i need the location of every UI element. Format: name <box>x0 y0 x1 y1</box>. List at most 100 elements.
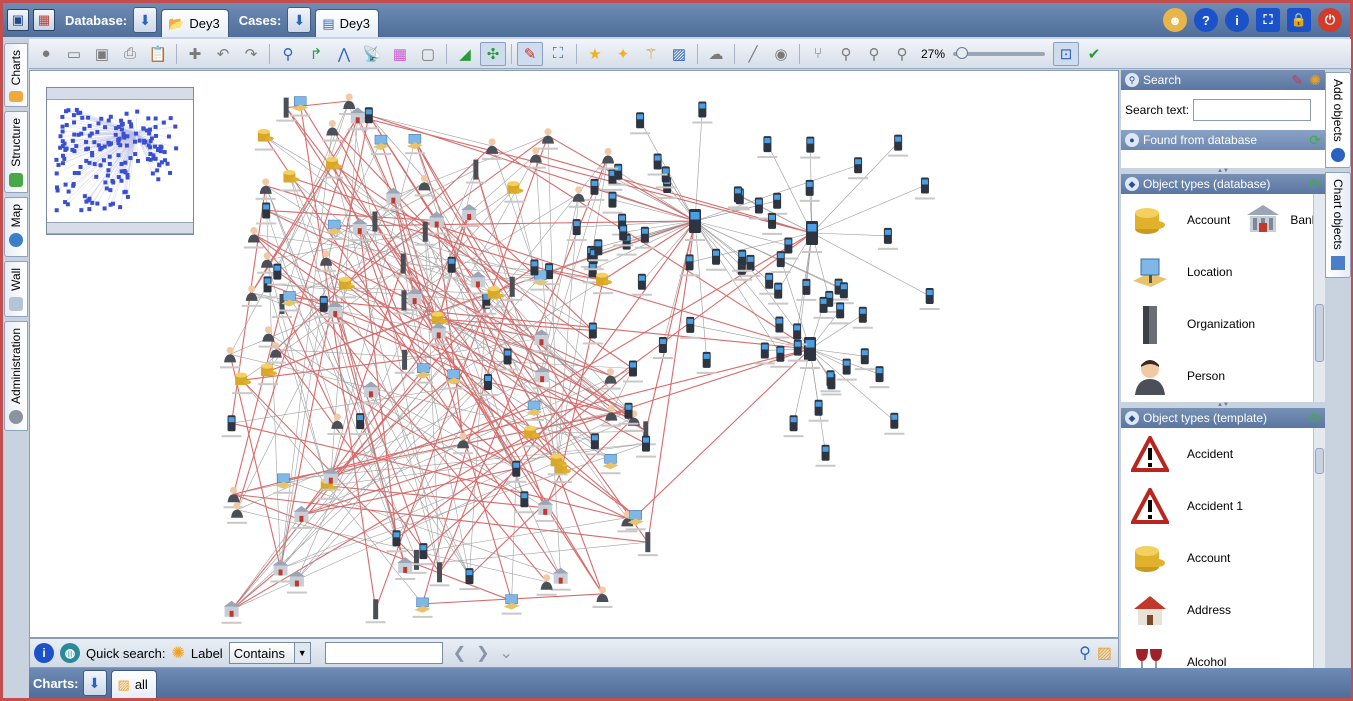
quick-search-input[interactable] <box>324 642 443 664</box>
graph-link[interactable] <box>602 220 696 281</box>
clipboard-icon[interactable]: 📋 <box>145 42 171 66</box>
bank-node[interactable] <box>347 107 368 131</box>
loc-node[interactable] <box>412 597 433 618</box>
refresh-icon[interactable]: ⟳ <box>1309 410 1321 427</box>
phone-node[interactable] <box>350 413 371 436</box>
zoom-slider-knob[interactable] <box>956 46 969 59</box>
palette-icon[interactable]: ▦ <box>387 42 413 66</box>
person-node[interactable] <box>536 574 557 596</box>
grid-view-icon[interactable]: ▦ <box>33 9 55 31</box>
phone-node[interactable] <box>836 358 857 381</box>
undo-icon[interactable]: ↶ <box>210 42 236 66</box>
cases-tab[interactable]: ▤ Dey3 <box>315 9 379 37</box>
hierarchy-icon[interactable]: ⑂ <box>805 42 831 66</box>
link-tool-icon[interactable]: ⚲ <box>275 42 301 66</box>
charts-dropdown-button[interactable]: ⬇ <box>82 670 107 696</box>
person-node[interactable] <box>220 346 241 369</box>
chart-export-icon[interactable]: ▨ <box>1097 643 1112 663</box>
graph-link[interactable] <box>462 232 813 441</box>
coins-node[interactable] <box>280 169 301 192</box>
previous-icon[interactable]: ❮ <box>453 643 466 663</box>
phone-node[interactable] <box>852 306 873 329</box>
phone-node[interactable] <box>706 248 727 271</box>
sparkle-icon[interactable]: ✦ <box>610 42 636 66</box>
refresh-icon[interactable]: ⟳ <box>1309 176 1321 193</box>
settings-dial-icon[interactable]: ◉ <box>768 42 794 66</box>
chart-tab-all[interactable]: ▨ all <box>110 670 157 698</box>
zoom-in-icon[interactable]: ⚲ <box>833 42 859 66</box>
search-panel-header[interactable]: ⚲ Search ✺ ✎ <box>1121 70 1325 90</box>
graph-link[interactable] <box>811 185 926 234</box>
phone-node[interactable] <box>888 134 909 157</box>
list-item[interactable]: Address <box>1121 584 1325 636</box>
settings-icon[interactable]: ✺ <box>1309 72 1321 89</box>
person-node[interactable] <box>255 178 276 200</box>
graph-link[interactable] <box>809 348 865 357</box>
search-text-input[interactable] <box>1193 99 1312 121</box>
person-node[interactable] <box>537 128 558 150</box>
add-icon[interactable]: ✚ <box>182 42 208 66</box>
globe-icon[interactable]: ◍ <box>60 643 80 663</box>
star-icon[interactable]: ★ <box>582 42 608 66</box>
signal-icon[interactable]: 📡 <box>359 42 385 66</box>
phone-node[interactable] <box>884 412 905 435</box>
zoom-icon[interactable]: ⚲ <box>889 42 915 66</box>
ruler-icon[interactable]: ╱ <box>740 42 766 66</box>
types-db-scrollbar[interactable] <box>1313 194 1325 402</box>
graph-link[interactable] <box>468 154 536 214</box>
graph-link[interactable] <box>809 314 863 350</box>
tab-add-objects[interactable]: Add objects <box>1325 72 1351 168</box>
person-node[interactable] <box>227 502 248 524</box>
circle-tool-icon[interactable]: ● <box>33 42 59 66</box>
list-item[interactable]: Alcohol <box>1121 636 1325 668</box>
phone-node[interactable] <box>919 287 940 310</box>
help-icon[interactable]: ? <box>1194 8 1218 32</box>
app-menu-icon[interactable]: ▣ <box>7 9 29 31</box>
bank-node[interactable] <box>550 567 571 591</box>
redo-icon[interactable]: ↷ <box>238 42 264 66</box>
graph-link[interactable] <box>811 232 930 297</box>
bank-node[interactable] <box>395 556 416 580</box>
person-node[interactable] <box>241 285 262 307</box>
overview-minimap[interactable] <box>46 87 194 235</box>
expand-down-icon[interactable]: ⌄ <box>500 643 513 663</box>
person-node[interactable] <box>327 413 348 435</box>
loc-node[interactable] <box>600 453 621 475</box>
window-tool-icon[interactable]: ▭ <box>61 42 87 66</box>
types-tpl-header[interactable]: ◆ Object types (template) ⟳ <box>1121 408 1325 428</box>
delete-tool-icon[interactable]: ▣ <box>89 42 115 66</box>
fullscreen-icon[interactable]: ⛶ <box>1256 8 1280 32</box>
list-item[interactable]: Accident 1 <box>1121 480 1325 532</box>
phone-node[interactable] <box>630 112 651 135</box>
phone-node[interactable] <box>877 227 898 250</box>
tower-node[interactable] <box>429 562 450 587</box>
info-icon[interactable]: i <box>34 643 54 663</box>
bank-node[interactable] <box>535 498 556 522</box>
list-item[interactable]: Organization <box>1121 298 1325 350</box>
fit-icon[interactable]: ⛶ <box>545 42 571 66</box>
list-item[interactable]: Person <box>1121 350 1325 402</box>
phone-node[interactable] <box>636 435 657 458</box>
bank-node[interactable] <box>349 218 370 242</box>
coins-node[interactable] <box>504 181 525 203</box>
graph-link[interactable] <box>290 177 470 577</box>
graph-link[interactable] <box>229 354 282 569</box>
graph-link[interactable] <box>811 142 899 234</box>
tower-node[interactable] <box>365 599 386 624</box>
eraser-icon[interactable]: ✎ <box>1291 72 1303 89</box>
scrollbar-thumb[interactable] <box>1315 448 1324 474</box>
bank-node[interactable] <box>291 505 312 529</box>
image-icon[interactable]: ▨ <box>666 42 692 66</box>
refresh-icon[interactable]: ⟳ <box>1309 132 1321 149</box>
next-icon[interactable]: ❯ <box>476 643 489 663</box>
phone-node[interactable] <box>769 316 790 339</box>
list-item[interactable]: Account Bank <box>1121 194 1325 246</box>
zoom-fit-icon[interactable]: ⊡ <box>1053 41 1080 66</box>
phone-node[interactable] <box>854 348 875 371</box>
coins-node[interactable] <box>257 363 278 386</box>
quick-search-mode-select[interactable]: Contains ▼ <box>228 642 311 664</box>
phone-node[interactable] <box>799 179 820 202</box>
list-item[interactable]: Account <box>1121 532 1325 584</box>
bank-node[interactable] <box>426 211 447 235</box>
bank-node[interactable] <box>467 271 488 295</box>
